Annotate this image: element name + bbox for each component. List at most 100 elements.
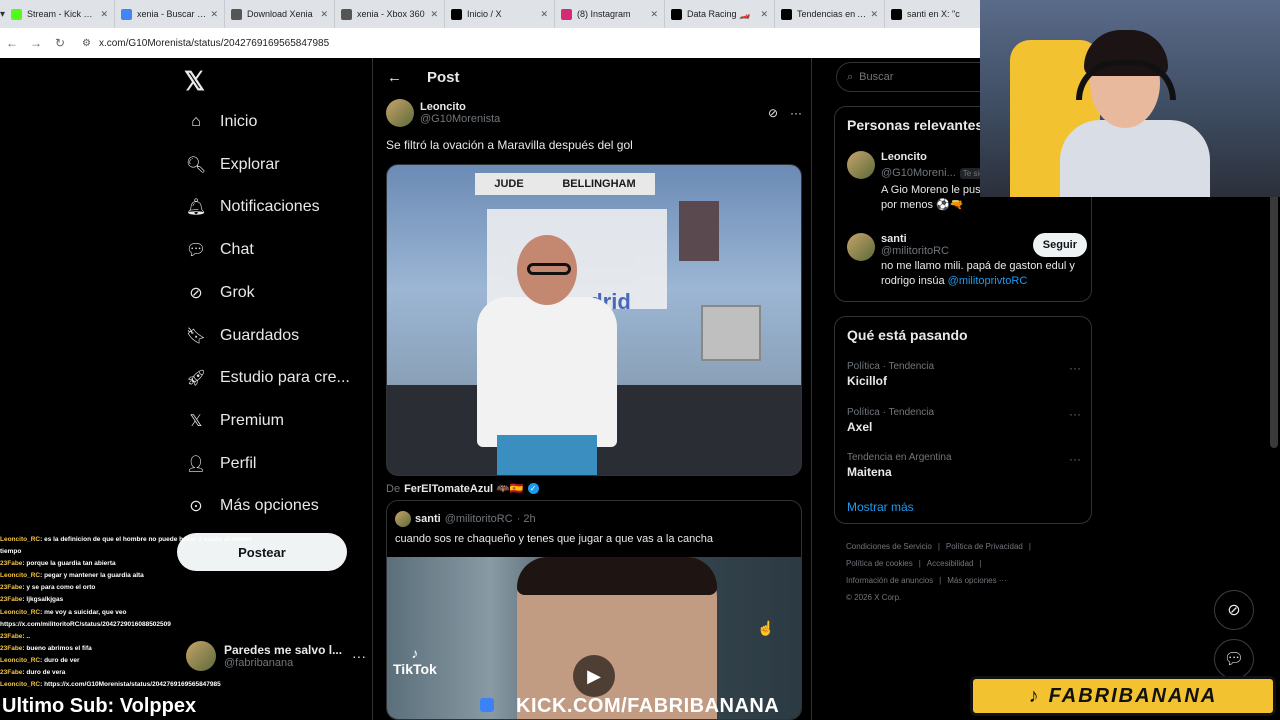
via-prefix: De — [386, 482, 401, 495]
more-icon[interactable]: ··· — [1069, 361, 1081, 375]
home-icon: ⌂ — [191, 113, 201, 130]
nav-item-perfil[interactable]: 👤︎ Perfil — [184, 444, 257, 484]
tab-favicon-icon — [781, 8, 793, 20]
close-icon[interactable]: ✕ — [320, 9, 328, 20]
footer-link[interactable]: Más opciones ··· — [947, 576, 1007, 585]
nav-item-label: Grok — [220, 283, 255, 301]
more-icon[interactable]: ··· — [790, 106, 802, 120]
quote-header: santi @militoritoRC · 2h — [395, 511, 536, 527]
person-avatar[interactable] — [847, 233, 875, 261]
nav-item-premium[interactable]: 𝕏 Premium — [184, 401, 284, 441]
footer-link[interactable]: | — [979, 559, 981, 568]
site-info-icon[interactable]: ⚙ — [82, 38, 91, 49]
footer-link[interactable]: | — [919, 559, 921, 568]
nav-item-label: Guardados — [220, 326, 300, 344]
footer-links: Condiciones de Servicio | Política de Priv… — [846, 538, 1086, 606]
nav-item-grok[interactable]: ⊘ Grok — [184, 273, 255, 313]
bio-link[interactable]: @militoprivtoRC — [948, 275, 1028, 287]
nav-item-inicio[interactable]: ⌂ Inicio — [184, 102, 257, 142]
show-more-link[interactable]: Mostrar más — [847, 500, 914, 514]
footer-link[interactable]: | — [939, 576, 941, 585]
nav-item-notificaciones[interactable]: 🔔︎ Notificaciones — [184, 187, 320, 227]
nav-item-explorar[interactable]: 🔍︎ Explorar — [184, 145, 280, 185]
quoted-post[interactable]: santi @militoritoRC · 2h cuando sos re c… — [386, 500, 802, 720]
tab-label: xenia - Buscar con — [137, 9, 207, 19]
via-author[interactable]: FerElTomateAzul 🦇🇪🇸 — [404, 482, 523, 495]
nav-item-label: Explorar — [220, 155, 280, 173]
footer-link[interactable]: Política de cookies — [846, 559, 913, 568]
nav-item-estudio[interactable]: 🚀︎ Estudio para cre... — [184, 358, 350, 398]
person-avatar[interactable] — [847, 151, 875, 179]
trend-item[interactable]: Tendencia en Argentina Maitena ··· — [847, 452, 1081, 479]
browser-tab[interactable]: Tendencias en Arg ✕ — [775, 0, 886, 28]
chat-user: 23Fabe — [0, 560, 23, 568]
browser-tab[interactable]: Stream - Kick Das ✕ — [5, 0, 116, 28]
trend-name: Axel — [847, 419, 873, 434]
footer-link[interactable]: Política de Privacidad — [946, 542, 1023, 551]
browser-tab[interactable]: (8) Instagram ✕ — [555, 0, 666, 28]
follow-button[interactable]: Seguir — [1032, 233, 1087, 257]
messages-fab-icon[interactable]: 💬︎ — [1214, 639, 1254, 679]
browser-tab[interactable]: Inicio / X ✕ — [445, 0, 556, 28]
tab-favicon-icon — [451, 8, 463, 20]
windows-start-icon[interactable] — [480, 698, 494, 712]
trend-item[interactable]: Política · Tendencia Axel ··· — [847, 407, 1081, 434]
browser-tab[interactable]: xenia - Buscar con ✕ — [115, 0, 226, 28]
tiktok-watermark: ♪ TikTok — [393, 645, 437, 677]
brand-overlay: ♪ FABRIBANANA — [970, 676, 1276, 716]
chat-message: Leoncito_RC: me voy a suicidar, que veo … — [0, 608, 171, 628]
footer-link[interactable]: | — [938, 542, 940, 551]
nav-item-guardados[interactable]: 🔖︎ Guardados — [184, 316, 299, 356]
close-icon[interactable]: ✕ — [100, 9, 108, 20]
trend-item[interactable]: Política · Tendencia Kicillof ··· — [847, 361, 1081, 388]
author-avatar[interactable] — [386, 99, 414, 127]
browser-tab[interactable]: santi en X: "c✕ — [885, 0, 996, 28]
reload-icon[interactable]: ↻ — [48, 36, 72, 50]
author-name[interactable]: Leoncito — [420, 101, 768, 113]
nav-item-chat[interactable]: 💬︎ Chat — [184, 230, 254, 270]
close-icon[interactable]: ✕ — [210, 9, 218, 20]
stream-chat: Leoncito_RC: es la definicion de que el … — [0, 534, 260, 692]
nav-item-más[interactable]: ⊙ Más opciones — [184, 486, 318, 526]
close-icon[interactable]: ✕ — [870, 9, 878, 20]
footer-link[interactable]: Accesibilidad — [927, 559, 974, 568]
forward-icon[interactable]: → — [24, 36, 48, 50]
back-icon[interactable]: ← — [0, 36, 24, 50]
more-icon[interactable]: ··· — [1069, 407, 1081, 421]
close-icon[interactable]: ✕ — [540, 9, 548, 20]
trends-title: Qué está pasando — [847, 327, 968, 343]
close-icon[interactable]: ✕ — [430, 9, 438, 20]
post-video[interactable]: JUDE BELLINGHAM adrid — [386, 164, 802, 476]
brand-name: FABRIBANANA — [1048, 684, 1218, 707]
close-icon[interactable]: ✕ — [760, 9, 768, 20]
more-icon[interactable]: ··· — [1069, 452, 1081, 466]
nav-item-label: Perfil — [220, 454, 257, 472]
media-banner: JUDE BELLINGHAM — [475, 173, 655, 195]
footer-link[interactable]: | — [1029, 542, 1031, 551]
chat-message: Leoncito_RC: duro de ver — [0, 656, 80, 664]
browser-tab[interactable]: Data Racing 🏎️ ✕ — [665, 0, 776, 28]
author-handle[interactable]: @G10Morenista — [420, 113, 768, 125]
close-icon[interactable]: ✕ — [650, 9, 658, 20]
x-logo-icon[interactable]: 𝕏 — [184, 66, 205, 97]
chat-message: Leoncito_RC: es la definicion de que el … — [0, 536, 253, 556]
tab-label: Stream - Kick Das — [27, 9, 97, 19]
relevant-person[interactable]: santi @militoritoRC no me llamo mili. pa… — [847, 233, 1087, 289]
tab-label: xenia - Xbox 360 — [357, 9, 425, 19]
browser-tab[interactable]: Download Xenia ✕ — [225, 0, 336, 28]
footer-link[interactable]: © 2026 X Corp. — [846, 593, 901, 602]
grok-fab-icon[interactable]: ⊘ — [1214, 590, 1254, 630]
grok-icon[interactable]: ⊘ — [768, 106, 778, 120]
more-icon[interactable]: ··· — [352, 648, 366, 664]
back-arrow-icon[interactable]: ← — [387, 69, 407, 86]
trend-name: Maitena — [847, 465, 892, 479]
browser-tab[interactable]: xenia - Xbox 360 ✕ — [335, 0, 446, 28]
person-icon: 👤︎ — [185, 455, 207, 473]
mouse-cursor-icon: ☝ — [757, 620, 775, 636]
footer-link[interactable]: Condiciones de Servicio — [846, 542, 932, 551]
post-author: Leoncito @G10Morenista ⊘ ··· — [386, 98, 802, 128]
url-field[interactable]: ⚙ x.com/G10Morenista/status/204276916956… — [82, 38, 329, 49]
footer-link[interactable]: Información de anuncios — [846, 576, 933, 585]
banner-text-left: JUDE — [494, 178, 524, 190]
chat-user: 23Fabe — [0, 596, 23, 604]
